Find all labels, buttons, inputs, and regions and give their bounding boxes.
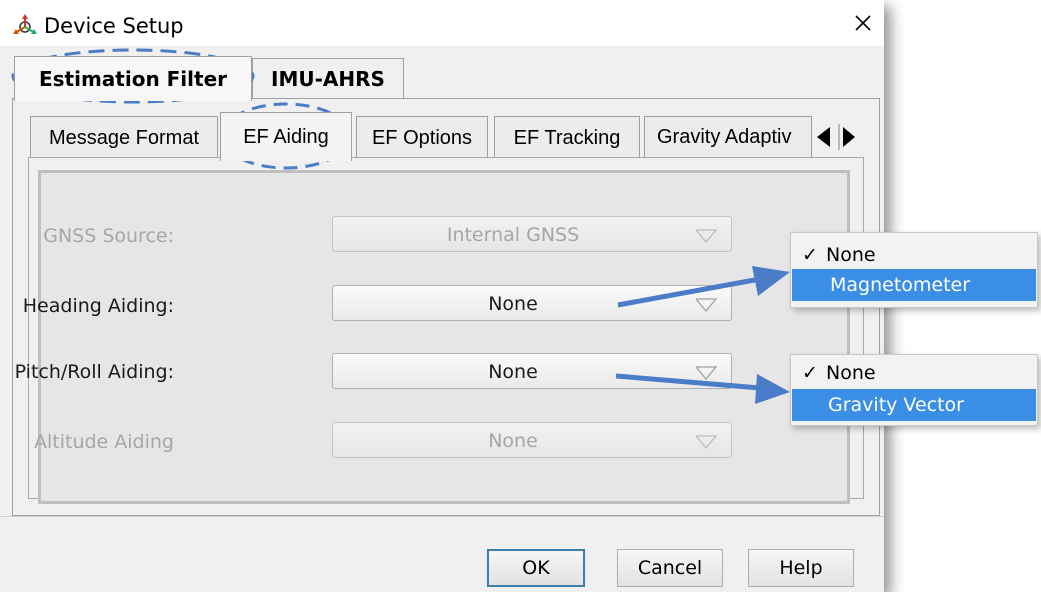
pitch-roll-aiding-select[interactable]: None (332, 353, 732, 389)
dropdown-arrow-icon (695, 229, 717, 243)
triangle-left-icon[interactable] (814, 124, 834, 150)
gnss-source-select: Internal GNSS (332, 216, 732, 252)
tab-ef-aiding-label: EF Aiding (243, 125, 329, 148)
tab-ef-aiding[interactable]: EF Aiding (220, 112, 352, 161)
heading-option-none-label: None (826, 244, 876, 266)
tab-estimation-filter-label: Estimation Filter (38, 67, 228, 91)
title-bar: Device Setup (0, 0, 884, 46)
heading-aiding-label: Heading Aiding: (22, 295, 174, 317)
gnss-source-label: GNSS Source: (43, 225, 174, 247)
tab-message-format-label: Message Format (48, 126, 200, 149)
heading-aiding-dropdown-list: ✓ None Magnetometer (790, 232, 1038, 308)
tab-estimation-filter[interactable]: Estimation Filter (14, 56, 252, 101)
help-button-label: Help (779, 557, 823, 579)
tab-imu-ahrs-label: IMU-AHRS (271, 67, 385, 91)
heading-aiding-select[interactable]: None (332, 285, 732, 321)
help-button[interactable]: Help (748, 549, 854, 587)
pitch-roll-aiding-label: Pitch/Roll Aiding: (14, 361, 174, 383)
ok-button[interactable]: OK (487, 549, 585, 587)
altitude-aiding-value: None (488, 430, 538, 452)
pitch-roll-option-none-label: None (826, 362, 876, 384)
tab-gravity-adaptive[interactable]: Gravity Adaptiv (644, 116, 812, 158)
pitch-roll-option-gravity-vector-label: Gravity Vector (828, 394, 964, 416)
altitude-aiding-label: Altitude Aiding (33, 431, 174, 453)
heading-option-magnetometer[interactable]: Magnetometer (792, 269, 1036, 301)
dropdown-arrow-icon (695, 366, 717, 380)
heading-option-none[interactable]: ✓ None (792, 239, 1036, 271)
window-title: Device Setup (44, 14, 184, 38)
tab-imu-ahrs[interactable]: IMU-AHRS (252, 58, 404, 99)
tab-ef-tracking[interactable]: EF Tracking (494, 116, 640, 159)
heading-option-magnetometer-label: Magnetometer (830, 274, 971, 296)
pitch-roll-option-gravity-vector[interactable]: Gravity Vector (792, 389, 1036, 421)
device-setup-dialog: Device Setup Estimation Filter IMU-AHRS … (0, 0, 884, 592)
close-icon[interactable] (848, 8, 878, 38)
altitude-aiding-select: None (332, 422, 732, 458)
checkmark-icon: ✓ (802, 244, 818, 266)
tab-gravity-adaptive-label: Gravity Adaptiv (657, 126, 792, 148)
cancel-button-label: Cancel (637, 557, 703, 579)
pitch-roll-aiding-value: None (488, 361, 538, 383)
pitch-roll-option-none[interactable]: ✓ None (792, 357, 1036, 389)
heading-aiding-value: None (488, 293, 538, 315)
tab-ef-options[interactable]: EF Options (356, 116, 488, 159)
triangle-right-icon[interactable] (838, 124, 858, 150)
tab-ef-options-label: EF Options (371, 126, 473, 149)
dropdown-arrow-icon (695, 435, 717, 449)
footer-divider (0, 516, 884, 517)
pitch-roll-aiding-dropdown-list: ✓ None Gravity Vector (790, 354, 1038, 426)
ok-button-label: OK (522, 557, 550, 579)
tab-message-format[interactable]: Message Format (30, 116, 218, 159)
dropdown-arrow-icon (695, 298, 717, 312)
gnss-source-value: Internal GNSS (446, 224, 580, 246)
checkmark-icon: ✓ (802, 362, 818, 384)
cancel-button[interactable]: Cancel (617, 549, 723, 587)
tab-ef-tracking-label: EF Tracking (513, 126, 621, 149)
axes-icon (13, 14, 37, 34)
